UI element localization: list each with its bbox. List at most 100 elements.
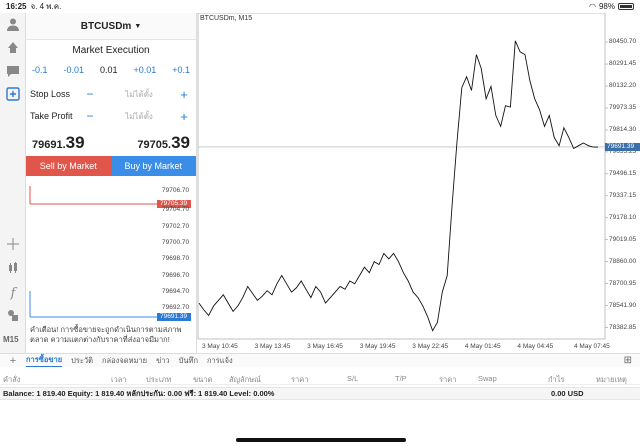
y-tick-label: 80450.70	[609, 38, 637, 46]
col-type: ประเภท	[146, 375, 172, 384]
depth-level: 79694.70	[162, 288, 190, 295]
battery-percent: 98%	[598, 2, 615, 11]
buy-price: 79705.39	[137, 133, 190, 152]
x-tick-label: 3 May 10:45	[202, 343, 238, 350]
tab-alerts[interactable]: การแจ้ง	[207, 355, 233, 367]
stop-loss-plus[interactable]: +	[176, 87, 192, 102]
sell-by-market-button[interactable]: Sell by Market	[26, 156, 111, 176]
buy-by-market-button[interactable]: Buy by Market	[110, 156, 196, 176]
symbol-name: BTCUSDm	[80, 20, 132, 32]
y-tick-label: 79019.05	[609, 235, 637, 243]
col-order: คำสั่ง	[3, 375, 21, 384]
depth-level: 79698.70	[162, 255, 190, 262]
y-tick-label: 78860.00	[609, 257, 637, 265]
wifi-icon: ◠	[589, 2, 596, 11]
volume-value[interactable]: 0.01	[100, 65, 118, 75]
timeframe-m15[interactable]: M15	[3, 335, 19, 344]
take-profit-label: Take Profit	[30, 111, 73, 121]
col-swap: Swap	[478, 374, 497, 383]
y-tick-label: 78382.85	[609, 323, 637, 331]
volume-plus-0-1[interactable]: +0.1	[172, 65, 190, 75]
tab-mailbox[interactable]: กล่องจดหมาย	[102, 355, 147, 367]
depth-level: 79696.70	[162, 272, 190, 279]
x-tick-label: 4 May 01:45	[464, 343, 501, 350]
total-profit: 0.00 USD	[551, 389, 584, 398]
take-profit-field[interactable]: ไม่ได้ตั้ง	[102, 110, 176, 123]
warning-text: คำเตือน! การซื้อขายจะถูกดำเนินการตามสภาพ…	[30, 325, 182, 344]
col-price: ราคา	[291, 375, 309, 384]
y-tick-label: 80291.45	[609, 60, 637, 68]
volume-stepper: -0.1 -0.01 0.01 +0.01 +0.1	[26, 65, 196, 75]
execution-type[interactable]: Market Execution	[26, 45, 196, 56]
volume-minus-0-01[interactable]: -0.01	[63, 65, 84, 75]
balance-summary: Balance: 1 819.40 Equity: 1 819.40 หลักป…	[3, 389, 275, 398]
col-size: ขนาด	[193, 375, 213, 384]
tab-history[interactable]: ประวัติ	[71, 355, 93, 367]
x-tick-label: 3 May 22:45	[412, 343, 449, 350]
tab-trade[interactable]: การซื้อขาย	[26, 354, 63, 367]
left-toolbar: f M15	[0, 13, 26, 353]
col-sl: S/L	[347, 374, 359, 383]
chevron-down-icon: ▼	[134, 22, 142, 30]
quote-prices: 79691.39 79705.39	[26, 133, 196, 153]
date: จ. 4 พ.ค.	[30, 2, 62, 11]
x-tick-label: 3 May 16:45	[307, 343, 343, 350]
chat-icon[interactable]	[5, 64, 21, 80]
y-tick-label: 78541.90	[609, 301, 637, 309]
new-order-icon[interactable]	[5, 87, 21, 103]
plot-frame	[197, 13, 606, 340]
home-indicator	[236, 438, 406, 442]
tab-news[interactable]: ข่าว	[156, 355, 170, 367]
status-bar: 16:25 จ. 4 พ.ค. ◠ 98%	[0, 0, 640, 13]
x-tick-label: 4 May 04:45	[517, 343, 554, 350]
stop-loss-row: Stop Loss − ไม่ได้ตั้ง +	[26, 83, 196, 105]
y-tick-label: 80132.20	[609, 82, 637, 90]
y-tick-label: 79178.10	[609, 213, 637, 221]
trade-grid-header: คำสั่ง เวลา ประเภท ขนาด สัญลักษณ์ ราคา S…	[0, 371, 640, 385]
y-tick-label: 79337.15	[609, 191, 637, 199]
depth-level: 79706.70	[162, 187, 190, 194]
price-series-line	[198, 40, 599, 332]
layout-icon[interactable]: ⊞	[624, 355, 632, 366]
trade-icon[interactable]	[5, 40, 21, 56]
depth-level: 79692.70	[162, 304, 190, 311]
stop-loss-minus[interactable]: −	[78, 87, 102, 101]
bid-line-tag: 79691.39	[605, 142, 640, 151]
x-tick-label: 4 May 07:45	[574, 343, 610, 350]
y-tick-label: 79496.15	[609, 169, 637, 177]
take-profit-plus[interactable]: +	[176, 109, 192, 124]
volume-plus-0-01[interactable]: +0.01	[133, 65, 156, 75]
col-current-price: ราคา	[439, 375, 457, 384]
price-chart[interactable]: BTCUSDm, M15 80450.70 80291.45 80132.20 799…	[197, 13, 640, 353]
volume-minus-0-1[interactable]: -0.1	[32, 65, 48, 75]
y-tick-label: 79814.30	[609, 125, 637, 133]
balance-bar: Balance: 1 819.40 Equity: 1 819.40 หลักป…	[0, 387, 640, 400]
col-symbol: สัญลักษณ์	[229, 375, 262, 384]
col-tp: T/P	[395, 374, 407, 383]
order-panel: BTCUSDm ▼ Market Execution -0.1 -0.01 0.…	[26, 13, 197, 353]
col-comment: หมายเหตุ	[596, 375, 627, 384]
toolbox-tabs: + การซื้อขาย ประวัติ กล่องจดหมาย ข่าว บั…	[0, 353, 640, 367]
add-icon[interactable]: +	[0, 355, 26, 367]
depth-level: 79702.70	[162, 223, 190, 230]
tick-chart: 79706.70 79705.39 79704.70 79702.70 7970…	[26, 186, 197, 334]
battery-icon	[618, 3, 634, 10]
objects-icon[interactable]	[5, 308, 21, 324]
col-profit: กำไร	[548, 375, 565, 384]
indicators-icon[interactable]: f	[5, 285, 21, 301]
stop-loss-label: Stop Loss	[30, 89, 71, 99]
symbol-selector[interactable]: BTCUSDm ▼	[26, 13, 196, 40]
sell-price: 79691.39	[32, 133, 85, 152]
stop-loss-field[interactable]: ไม่ได้ตั้ง	[102, 88, 176, 101]
depth-level: 79704.70	[162, 206, 190, 213]
col-time: เวลา	[111, 375, 127, 384]
take-profit-minus[interactable]: −	[78, 109, 102, 123]
x-tick-label: 3 May 13:45	[254, 343, 291, 350]
chart-type-icon[interactable]	[5, 261, 21, 277]
tab-journal[interactable]: บันทึก	[179, 355, 198, 367]
crosshair-icon[interactable]	[5, 237, 21, 253]
chart-canvas	[197, 13, 608, 340]
account-icon[interactable]	[5, 17, 21, 33]
y-tick-label: 78700.95	[609, 279, 637, 287]
x-tick-label: 3 May 19:45	[359, 343, 396, 350]
